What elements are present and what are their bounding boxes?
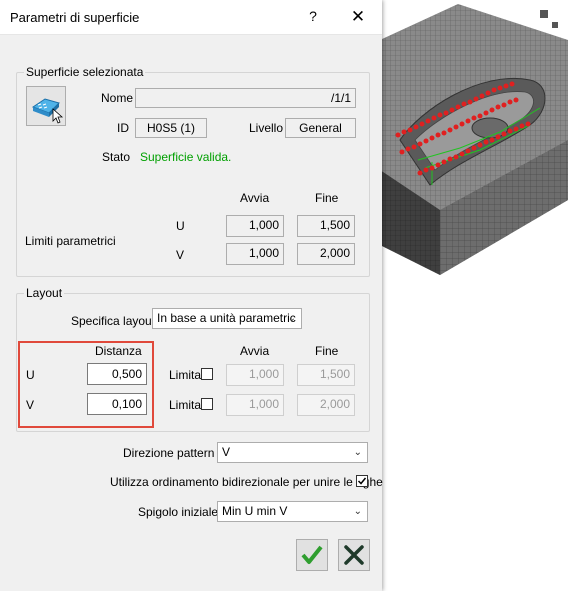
bidirectional-label: Utilizza ordinamento bidirezionale per u…: [110, 475, 383, 489]
v-label: V: [176, 248, 185, 262]
title-bar[interactable]: Parametri di superficie ? ✕: [0, 0, 382, 35]
checkmark-icon: [357, 477, 367, 485]
state-value: Superficie valida.: [140, 150, 232, 164]
v-limit-checkbox[interactable]: [201, 398, 213, 410]
layout-v-label: V: [26, 398, 35, 412]
close-button[interactable]: ✕: [348, 7, 368, 27]
u-distance-input[interactable]: 0,500: [87, 363, 147, 385]
selected-surface-group-title: Superficie selezionata: [24, 65, 146, 79]
start-edge-select[interactable]: Min U min V ⌄: [217, 501, 368, 522]
u-end-field: 1,500: [297, 215, 355, 237]
pattern-direction-select[interactable]: V ⌄: [217, 442, 368, 463]
u-limit-end-field: 1,500: [297, 364, 355, 386]
u-limit-start-field: 1,000: [226, 364, 284, 386]
surface-parameters-dialog: Parametri di superficie ? ✕ Superficie s…: [0, 0, 383, 591]
end-header: Fine: [315, 191, 339, 205]
u-limit-checkbox[interactable]: [201, 368, 213, 380]
u-label: U: [176, 219, 185, 233]
chevron-down-icon: ⌄: [287, 313, 296, 324]
layout-u-label: U: [26, 368, 35, 382]
level-label: Livello: [249, 121, 284, 135]
select-surface-icon[interactable]: [26, 86, 66, 126]
layout-spec-select[interactable]: In base a unità parametric ⌄: [152, 308, 302, 329]
help-button[interactable]: ?: [304, 8, 322, 26]
checkmark-icon: [301, 545, 323, 564]
param-limits-label: Limiti parametrici: [25, 234, 116, 248]
layout-end-header: Fine: [315, 344, 339, 358]
name-label: Nome: [101, 91, 134, 105]
layout-spec-label: Specifica layout: [71, 314, 156, 328]
start-edge-value: Min U min V: [222, 504, 288, 518]
close-icon: [344, 545, 364, 565]
v-limit-label: Limita: [169, 398, 202, 412]
id-field: H0S5 (1): [135, 118, 207, 138]
pattern-direction-value: V: [222, 445, 231, 459]
u-start-field: 1,000: [226, 215, 284, 237]
v-distance-input[interactable]: 0,100: [87, 393, 147, 415]
distance-header: Distanza: [95, 344, 142, 358]
ok-button[interactable]: [296, 539, 328, 571]
v-limit-start-field: 1,000: [226, 394, 284, 416]
v-start-field: 1,000: [226, 243, 284, 265]
chevron-down-icon: ⌄: [353, 447, 362, 458]
name-field: /1/1: [135, 88, 356, 108]
model-viewport[interactable]: [380, 0, 568, 591]
layout-group-title: Layout: [24, 286, 65, 300]
u-limit-label: Limita: [169, 368, 202, 382]
layout-start-header: Avvia: [240, 344, 270, 358]
start-edge-label: Spigolo iniziale: [138, 505, 219, 519]
model-render: [380, 4, 568, 275]
bidirectional-checkbox[interactable]: [356, 475, 368, 487]
dialog-title: Parametri di superficie: [10, 10, 140, 25]
id-label: ID: [117, 121, 129, 135]
level-field: General: [285, 118, 356, 138]
start-header: Avvia: [240, 191, 270, 205]
v-limit-end-field: 2,000: [297, 394, 355, 416]
cancel-button[interactable]: [338, 539, 370, 571]
v-end-field: 2,000: [297, 243, 355, 265]
layout-spec-value: In base a unità parametric: [157, 311, 296, 325]
state-label: Stato: [102, 150, 131, 164]
pattern-direction-label: Direzione pattern: [123, 446, 215, 460]
chevron-down-icon: ⌄: [353, 506, 362, 517]
